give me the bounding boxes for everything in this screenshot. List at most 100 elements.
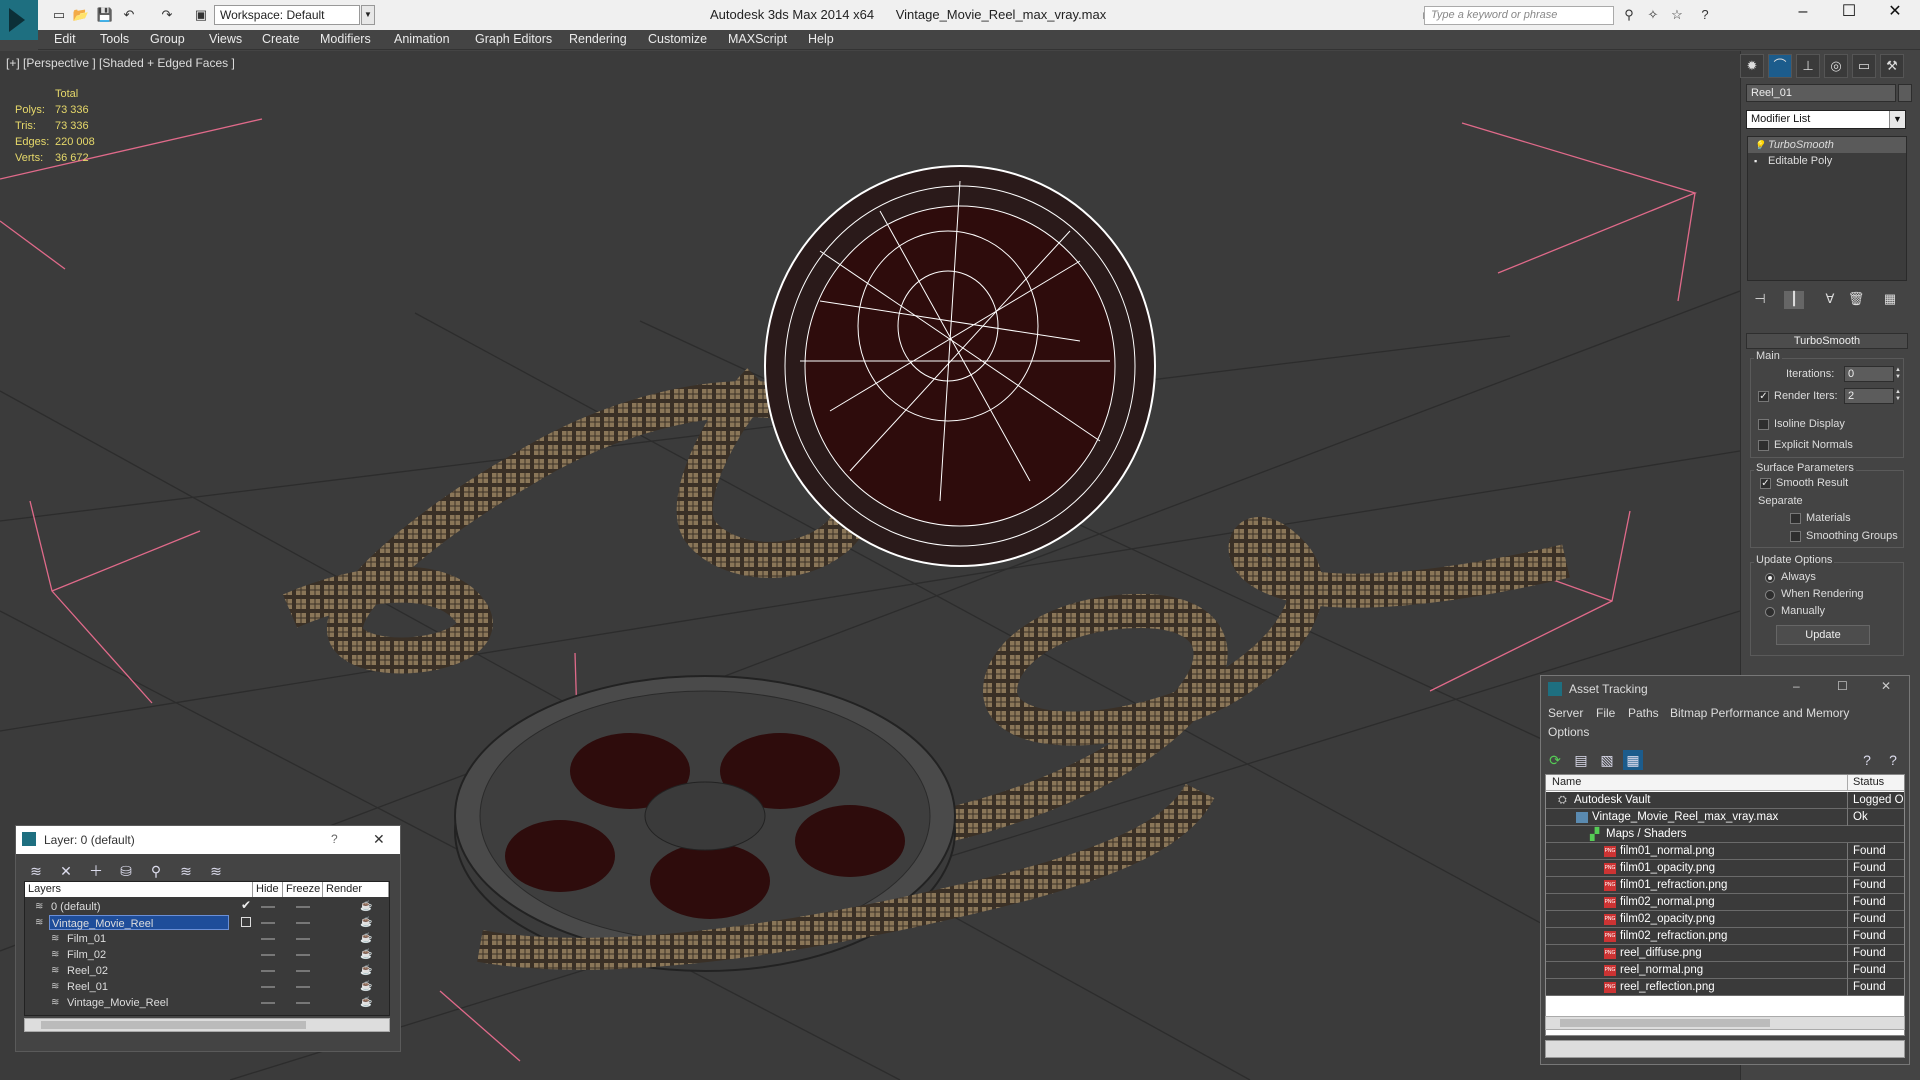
- iterations-spinner[interactable]: 0 ▲ ▼: [1844, 366, 1901, 382]
- horizontal-scrollbar[interactable]: [1545, 1016, 1905, 1030]
- list-view-icon[interactable]: ▤: [1571, 750, 1591, 770]
- search-input[interactable]: Type a keyword or phrase: [1424, 6, 1614, 25]
- menu-graph-editors[interactable]: Graph Editors: [475, 32, 552, 46]
- turbosmooth-rollout-title[interactable]: TurboSmooth: [1746, 333, 1908, 349]
- undo-icon[interactable]: ↶: [120, 6, 138, 24]
- menu-help[interactable]: Help: [808, 32, 834, 46]
- add-to-layer-icon[interactable]: ＋: [86, 861, 106, 881]
- hierarchy-tab-icon[interactable]: ⊥: [1796, 54, 1820, 78]
- menu-views[interactable]: Views: [209, 32, 242, 46]
- render-iters-checkbox[interactable]: ✓: [1758, 391, 1769, 402]
- active-layer-checkbox[interactable]: [241, 917, 251, 927]
- active-layer-check-icon[interactable]: ✔: [241, 898, 251, 912]
- create-tab-icon[interactable]: ✹: [1740, 54, 1764, 78]
- menu-tools[interactable]: Tools: [100, 32, 129, 46]
- display-tab-icon[interactable]: ▭: [1852, 54, 1876, 78]
- asset-row[interactable]: Vintage_Movie_Reel_max_vray.max Ok: [1546, 809, 1904, 826]
- render-teapot-icon[interactable]: ☕: [360, 901, 372, 912]
- layer-row[interactable]: Reel_02 ≋ ☕: [25, 963, 389, 979]
- freeze-toggle[interactable]: [296, 938, 310, 940]
- layer-row[interactable]: 0 (default) ≋ ☕: [25, 899, 389, 915]
- layer-row[interactable]: Film_01 ≋ ☕: [25, 931, 389, 947]
- open-file-icon[interactable]: 📂: [72, 6, 90, 24]
- spinner-arrows-icon[interactable]: ▲ ▼: [1895, 389, 1905, 403]
- close-button[interactable]: ✕: [1881, 679, 1891, 693]
- select-objects-icon[interactable]: ⛁: [116, 861, 136, 881]
- asset-row[interactable]: PNG film01_opacity.png Found: [1546, 860, 1904, 877]
- hide-column-header[interactable]: Hide: [253, 882, 283, 897]
- modifier-list-dropdown[interactable]: Modifier List ▼: [1746, 110, 1906, 129]
- viewport-label[interactable]: [+] [Perspective ] [Shaded + Edged Faces…: [6, 56, 235, 70]
- table-view-icon[interactable]: ▦: [1623, 750, 1643, 770]
- layer-row[interactable]: Vintage_Movie_Reel ≋ ☕: [25, 915, 389, 931]
- layer-name[interactable]: Reel_01: [65, 979, 110, 994]
- layers-column-header[interactable]: Layers: [25, 882, 253, 897]
- menu-modifiers[interactable]: Modifiers: [320, 32, 371, 46]
- show-end-result-icon[interactable]: ┃: [1784, 291, 1804, 309]
- asset-row[interactable]: PNG film02_normal.png Found: [1546, 894, 1904, 911]
- modify-tab-icon[interactable]: ⌒: [1768, 54, 1792, 78]
- pin-stack-icon[interactable]: ⊣: [1750, 291, 1770, 309]
- asset-row[interactable]: ▞ Maps / Shaders: [1546, 826, 1904, 843]
- modifier-stack[interactable]: 💡 TurboSmooth ▪ Editable Poly: [1747, 136, 1907, 281]
- layer-row[interactable]: Vintage_Movie_Reel ≋ ☕: [25, 995, 389, 1011]
- help-button[interactable]: ?: [331, 832, 338, 846]
- remove-modifier-icon[interactable]: 🗑: [1846, 291, 1866, 309]
- chevron-down-icon[interactable]: ▼: [1889, 111, 1905, 128]
- hide-toggle[interactable]: [261, 970, 275, 972]
- menu-create[interactable]: Create: [262, 32, 300, 46]
- close-button[interactable]: ✕: [373, 831, 385, 848]
- scrollbar-thumb[interactable]: [41, 1021, 306, 1029]
- asset-row[interactable]: PNG reel_diffuse.png Found: [1546, 945, 1904, 962]
- object-name-field[interactable]: Reel_01: [1746, 84, 1896, 102]
- context-help-icon[interactable]: ?: [1883, 750, 1903, 770]
- asset-row[interactable]: PNG film01_normal.png Found: [1546, 843, 1904, 860]
- freeze-toggle[interactable]: [296, 970, 310, 972]
- always-radio[interactable]: [1765, 573, 1775, 583]
- hide-all-icon[interactable]: ≋: [176, 861, 196, 881]
- asset-row[interactable]: PNG reel_reflection.png Found: [1546, 979, 1904, 996]
- explicit-normals-checkbox[interactable]: [1758, 440, 1769, 451]
- render-teapot-icon[interactable]: ☕: [360, 997, 372, 1008]
- expand-icon[interactable]: ▪: [1754, 156, 1762, 166]
- help-icon[interactable]: ?: [1857, 750, 1877, 770]
- freeze-toggle[interactable]: [296, 954, 310, 956]
- render-iters-spinner[interactable]: 2 ▲ ▼: [1844, 388, 1901, 404]
- chevron-down-icon[interactable]: ▼: [361, 5, 375, 25]
- smoothing-groups-checkbox[interactable]: [1790, 531, 1801, 542]
- lightbulb-icon[interactable]: 💡: [1754, 140, 1765, 150]
- spinner-arrows-icon[interactable]: ▲ ▼: [1895, 367, 1905, 381]
- stack-item-turbosmooth[interactable]: 💡 TurboSmooth: [1748, 137, 1906, 153]
- menu-edit[interactable]: Edit: [54, 32, 76, 46]
- menu-bitmap-performance[interactable]: Bitmap Performance and Memory: [1670, 706, 1849, 720]
- binoculars-icon[interactable]: ⚲: [1620, 6, 1638, 24]
- smooth-result-checkbox[interactable]: ✓: [1760, 478, 1771, 489]
- menu-maxscript[interactable]: MAXScript: [728, 32, 787, 46]
- hide-toggle[interactable]: [261, 922, 275, 924]
- workspace-dropdown[interactable]: Workspace: Default ▼: [214, 5, 375, 25]
- render-teapot-icon[interactable]: ☕: [360, 965, 372, 976]
- new-file-icon[interactable]: ▭: [50, 6, 68, 24]
- save-file-icon[interactable]: 💾: [96, 6, 114, 24]
- hide-toggle[interactable]: [261, 986, 275, 988]
- app-logo-icon[interactable]: [0, 0, 38, 40]
- select-layer-icon[interactable]: ⚲: [146, 861, 166, 881]
- favorites-icon[interactable]: ☆: [1668, 6, 1686, 24]
- minimize-button[interactable]: –: [1780, 0, 1826, 26]
- render-teapot-icon[interactable]: ☕: [360, 917, 372, 928]
- hide-toggle[interactable]: [261, 938, 275, 940]
- maximize-button[interactable]: ☐: [1837, 679, 1848, 693]
- object-color-swatch[interactable]: [1898, 84, 1912, 102]
- configure-modifier-sets-icon[interactable]: ▦: [1880, 291, 1900, 309]
- freeze-all-icon[interactable]: ≋: [206, 861, 226, 881]
- menu-rendering[interactable]: Rendering: [569, 32, 627, 46]
- refresh-icon[interactable]: ⟳: [1545, 750, 1565, 770]
- asset-row[interactable]: PNG film02_refraction.png Found: [1546, 928, 1904, 945]
- menu-customize[interactable]: Customize: [648, 32, 707, 46]
- asset-row[interactable]: ⛭ Autodesk Vault Logged Out: [1546, 792, 1904, 809]
- manually-radio[interactable]: [1765, 607, 1775, 617]
- render-teapot-icon[interactable]: ☕: [360, 933, 372, 944]
- isoline-display-checkbox[interactable]: [1758, 419, 1769, 430]
- materials-checkbox[interactable]: [1790, 513, 1801, 524]
- menu-file[interactable]: File: [1596, 706, 1615, 720]
